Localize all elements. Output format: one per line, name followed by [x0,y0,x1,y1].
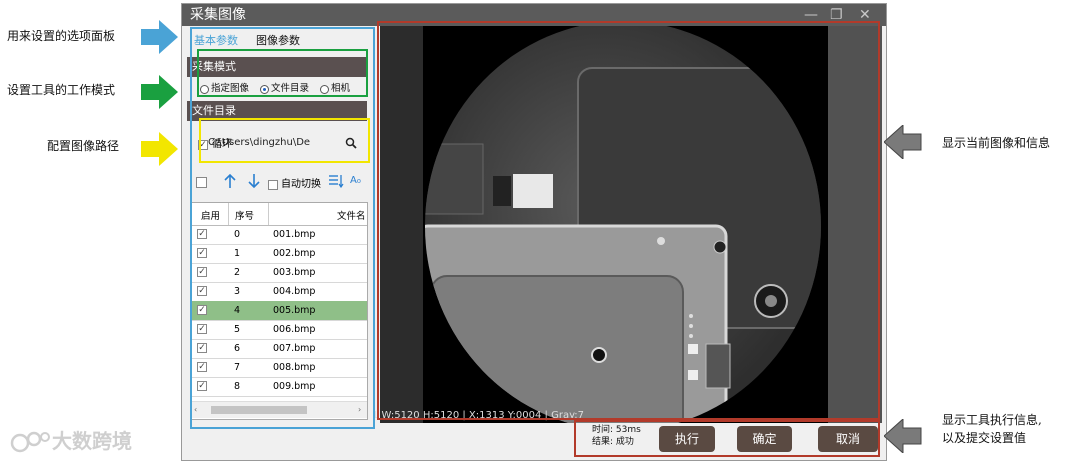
image-highlight-box [377,21,880,420]
window-title: 采集图像 [190,7,246,23]
annotation-panel: 用来设置的选项面板 [7,29,116,43]
watermark-text: 大数跨境 [52,429,132,453]
green-arrow-icon [141,75,178,109]
watermark-logo-icon [10,431,50,453]
annotation-footer-line2: 以及提交设置值 [942,431,1027,445]
footer-highlight-box [574,420,880,457]
gray-arrow-icon [884,419,922,453]
annotation-path: 配置图像路径 [47,139,120,153]
yellow-arrow-icon [141,132,178,166]
mode-highlight-box [197,49,368,97]
annotation-display: 显示当前图像和信息 [942,136,1051,150]
annotation-mode: 设置工具的工作模式 [7,83,116,97]
gray-arrow-icon [884,125,922,159]
blue-arrow-icon [141,20,178,54]
annotation-footer-line1: 显示工具执行信息, [942,413,1042,427]
path-highlight-box [199,118,370,163]
